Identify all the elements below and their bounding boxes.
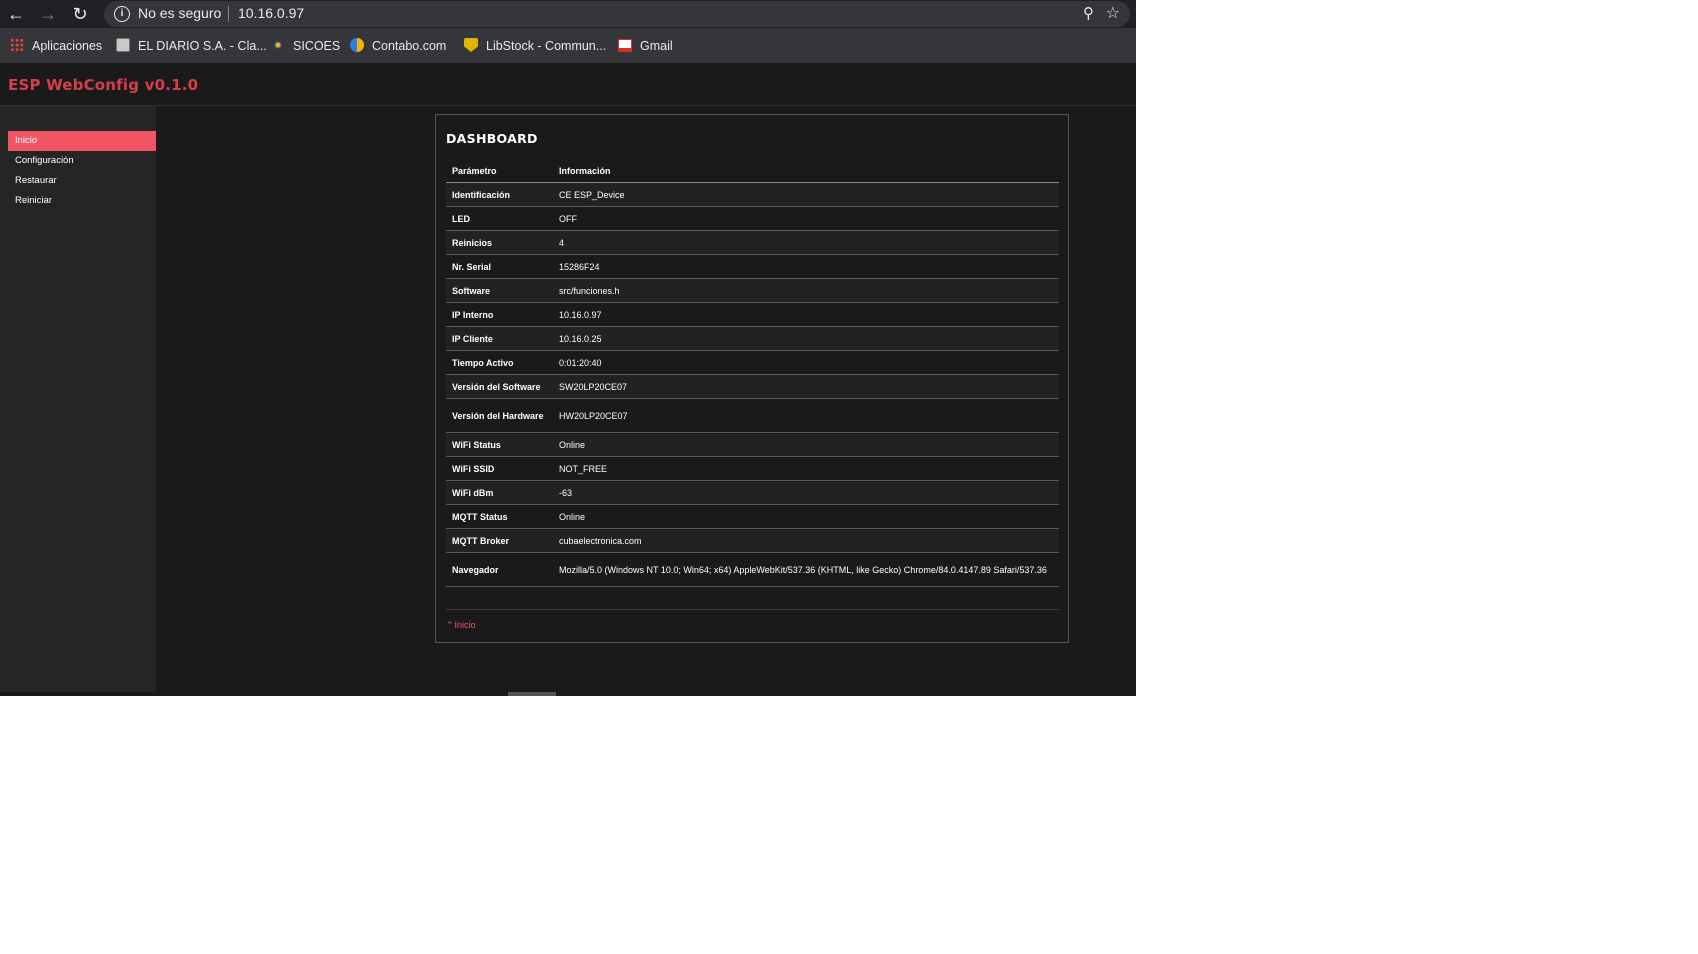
eldiario-favicon-icon [116, 38, 130, 52]
horizontal-scrollbar[interactable] [508, 692, 556, 696]
bookmark-label: SICOES [293, 39, 341, 53]
row-key: Tiempo Activo [446, 350, 553, 375]
sidebar-item-restaurar[interactable]: Restaurar [8, 171, 156, 191]
row-value: NOT_FREE [553, 456, 1059, 481]
bookmark-gmail[interactable]: Gmail [618, 37, 673, 55]
table-row: IP Interno 10.16.0.97 [446, 302, 1059, 327]
row-value: 4 [553, 230, 1059, 255]
table-row: WiFi SSID NOT_FREE [446, 456, 1059, 481]
row-value: 10.16.0.97 [553, 302, 1059, 327]
sidebar-item-configuracion[interactable]: Configuración [8, 151, 156, 171]
back-to-inicio-link[interactable]: ⌃Inicio [446, 620, 476, 631]
table-row: Tiempo Activo 0:01:20:40 [446, 350, 1059, 375]
row-value: 10.16.0.25 [553, 326, 1059, 351]
zoom-icon[interactable]: ⚲ [1083, 4, 1094, 22]
table-row: Software src/funciones.h [446, 278, 1059, 303]
address-separator [228, 6, 229, 22]
sidebar-item-reiniciar[interactable]: Reiniciar [8, 191, 156, 211]
contabo-favicon-icon [350, 38, 364, 52]
bookmark-sicoes[interactable]: SICOES [271, 37, 340, 55]
dashboard-title: DASHBOARD [446, 131, 538, 146]
row-value: -63 [553, 480, 1059, 505]
bookmark-label: Contabo.com [372, 39, 447, 53]
bookmark-label: LibStock - Commun... [486, 39, 607, 53]
chevron-up-icon: ⌃ [446, 620, 454, 630]
sidebar-item-inicio[interactable]: Inicio [8, 131, 156, 151]
bookmark-label: Gmail [640, 39, 673, 53]
browser-window: ← → ↻ i No es seguro 10.16.0.97 ⚲ ☆ Apli… [0, 0, 1136, 696]
row-key: Identificación [446, 182, 553, 207]
table-row: MQTT Broker cubaelectronica.com [446, 528, 1059, 553]
apps-grid-icon [10, 38, 24, 52]
bookmark-eldiario[interactable]: EL DIARIO S.A. - Cla... [116, 37, 267, 55]
bookmark-star-icon[interactable]: ☆ [1106, 3, 1120, 23]
row-value: 15286F24 [553, 254, 1059, 279]
row-key: LED [446, 206, 553, 231]
table-row: Reinicios 4 [446, 230, 1059, 255]
app-brand[interactable]: ESP WebConfig v0.1.0 [8, 76, 198, 94]
panel-divider [446, 609, 1059, 610]
row-value: 0:01:20:40 [553, 350, 1059, 375]
table-row: MQTT Status Online [446, 504, 1059, 529]
table-row: Versión del Software SW20LP20CE07 [446, 374, 1059, 399]
back-link-label: Inicio [454, 620, 476, 630]
row-key: Versión del Hardware [446, 398, 553, 433]
row-value: HW20LP20CE07 [553, 398, 1059, 433]
info-icon[interactable]: i [114, 6, 130, 22]
gmail-favicon-icon [618, 39, 632, 52]
row-key: Reinicios [446, 230, 553, 255]
table-row: Navegador Mozilla/5.0 (Windows NT 10.0; W… [446, 552, 1059, 587]
table-row: WiFi dBm -63 [446, 480, 1059, 505]
table-row: IP Cliente 10.16.0.25 [446, 326, 1059, 351]
bookmarks-bar: Aplicaciones EL DIARIO S.A. - Cla... SIC… [0, 28, 1136, 63]
row-key: WiFi dBm [446, 480, 553, 505]
row-value: Online [553, 504, 1059, 529]
sicoes-favicon-icon [271, 38, 285, 52]
bookmark-libstock[interactable]: LibStock - Commun... [464, 37, 606, 55]
column-header-informacion: Información [553, 159, 1059, 183]
info-table: Parámetro Información Identificación CE E… [446, 159, 1059, 587]
column-header-parametro: Parámetro [446, 159, 553, 183]
dashboard-panel: DASHBOARD Parámetro Información Identifi… [435, 114, 1069, 643]
sidebar: Inicio Configuración Restaurar Reiniciar [0, 106, 156, 692]
address-bar[interactable]: i No es seguro 10.16.0.97 ⚲ ☆ [104, 1, 1130, 27]
bookmark-contabo[interactable]: Contabo.com [350, 37, 446, 55]
row-key: Navegador [446, 552, 553, 587]
row-key: MQTT Status [446, 504, 553, 529]
bookmark-label: EL DIARIO S.A. - Cla... [138, 39, 267, 53]
app-header: ESP WebConfig v0.1.0 [0, 63, 1136, 106]
row-key: IP Interno [446, 302, 553, 327]
row-key: Nr. Serial [446, 254, 553, 279]
table-header-row: Parámetro Información [446, 159, 1059, 183]
bookmark-apps[interactable]: Aplicaciones [10, 37, 102, 55]
table-row: WiFi Status Online [446, 432, 1059, 457]
security-label[interactable]: No es seguro [138, 5, 221, 21]
row-value: Online [553, 432, 1059, 457]
row-key: WiFi SSID [446, 456, 553, 481]
row-key: WiFi Status [446, 432, 553, 457]
table-row: LED OFF [446, 206, 1059, 231]
table-row: Nr. Serial 15286F24 [446, 254, 1059, 279]
row-key: Software [446, 278, 553, 303]
row-key: IP Cliente [446, 326, 553, 351]
row-key: Versión del Software [446, 374, 553, 399]
row-key: MQTT Broker [446, 528, 553, 553]
row-value: cubaelectronica.com [553, 528, 1059, 553]
forward-arrow-icon[interactable]: → [36, 2, 60, 26]
reload-icon[interactable]: ↻ [68, 2, 92, 26]
bookmark-label: Aplicaciones [32, 39, 103, 53]
libstock-favicon-icon [464, 38, 478, 52]
back-arrow-icon[interactable]: ← [4, 2, 28, 26]
row-value: src/funciones.h [553, 278, 1059, 303]
row-value: SW20LP20CE07 [553, 374, 1059, 399]
row-value: OFF [553, 206, 1059, 231]
row-value: Mozilla/5.0 (Windows NT 10.0; Win64; x64… [553, 552, 1059, 587]
browser-toolbar: ← → ↻ i No es seguro 10.16.0.97 ⚲ ☆ [0, 0, 1136, 28]
table-row: Versión del Hardware HW20LP20CE07 [446, 398, 1059, 433]
table-row: Identificación CE ESP_Device [446, 182, 1059, 207]
url-text[interactable]: 10.16.0.97 [238, 5, 304, 21]
row-value: CE ESP_Device [553, 182, 1059, 207]
